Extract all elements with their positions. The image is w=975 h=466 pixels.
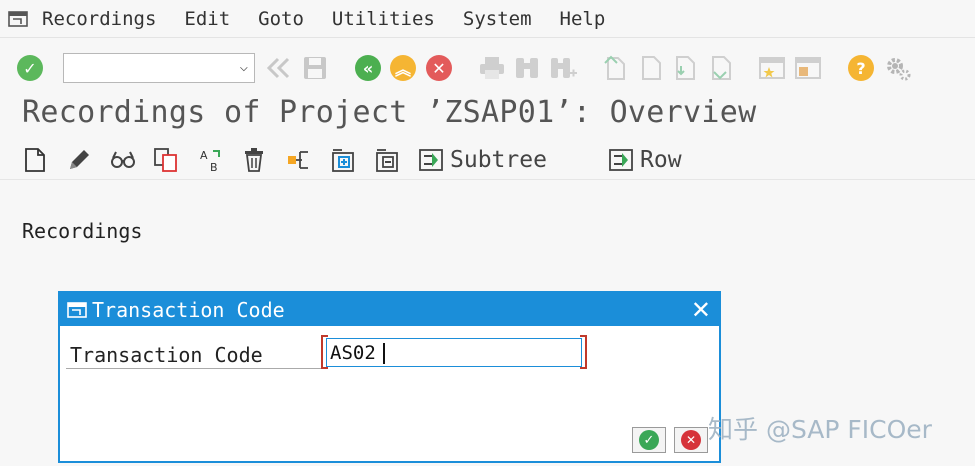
menu-goto[interactable]: Goto: [258, 8, 304, 30]
subtree-label: Subtree: [450, 147, 547, 173]
row-label: Row: [640, 147, 682, 173]
new-document-icon: [25, 148, 45, 172]
menu-edit[interactable]: Edit: [184, 8, 230, 30]
close-circle-icon: ✕: [681, 430, 701, 450]
double-chevron-up-circle-icon: ︽: [390, 55, 416, 81]
trash-icon: [245, 148, 263, 172]
application-toolbar: AB Subtree Row: [0, 140, 975, 180]
rename-icon: AB: [200, 149, 220, 173]
find-next-button: [548, 46, 578, 90]
double-chevron-left-circle-icon: «: [355, 55, 381, 81]
text-caret: [383, 343, 385, 364]
rename-button[interactable]: AB: [198, 144, 224, 176]
expand-tree-icon: [332, 149, 354, 172]
collapse-button[interactable]: [374, 144, 400, 176]
pencil-icon: [70, 150, 89, 169]
expand-button[interactable]: [330, 144, 356, 176]
transaction-code-dialog: Transaction Code ✕ Transaction Code ✓ ✕: [58, 291, 721, 463]
dialog-title: Transaction Code: [92, 297, 285, 322]
menu-utilities[interactable]: Utilities: [332, 8, 435, 30]
transaction-code-input-box[interactable]: [326, 338, 582, 367]
binoculars-icon: [516, 58, 538, 78]
gear-icon: [887, 58, 911, 81]
glasses-icon: [111, 151, 135, 168]
label-underline: [66, 368, 324, 369]
floppy-disk-icon: [304, 57, 326, 79]
cancel-button[interactable]: ✕: [426, 46, 452, 90]
row-icon: [609, 149, 633, 171]
enter-button[interactable]: ✓: [17, 46, 43, 90]
create-session-button: [758, 46, 786, 90]
check-icon: ✓: [639, 430, 659, 450]
transaction-code-input[interactable]: [327, 339, 581, 366]
dialog-menu-icon[interactable]: [67, 301, 87, 318]
svg-text:A: A: [200, 149, 208, 162]
printer-icon: [480, 57, 504, 79]
system-menu-icon[interactable]: [8, 10, 30, 27]
command-input[interactable]: [64, 54, 229, 82]
next-page-icon: [676, 56, 695, 80]
page-title: Recordings of Project ’ZSAP01’: Overview: [22, 95, 757, 130]
previous-page-button: [638, 46, 664, 90]
first-page-button: [602, 46, 628, 90]
window-shortcut-icon: [795, 57, 821, 79]
close-circle-icon: ✕: [426, 55, 452, 81]
double-chevron-left-icon: [266, 57, 290, 79]
delete-button[interactable]: [242, 144, 266, 176]
menu-bar: Recordings Edit Goto Utilities System He…: [0, 0, 975, 38]
recordings-section-label: Recordings: [22, 219, 143, 243]
window-star-icon: [759, 57, 785, 79]
dialog-cancel-button[interactable]: ✕: [674, 427, 708, 453]
display-button[interactable]: [110, 144, 136, 176]
watermark: 知乎 @SAP FICOer: [708, 415, 932, 444]
binoculars-plus-icon: [551, 58, 577, 78]
print-button: [478, 46, 506, 90]
shortcut-button: [794, 46, 822, 90]
menu-system[interactable]: System: [463, 8, 532, 30]
subtree-button[interactable]: Subtree: [418, 144, 547, 176]
change-button[interactable]: [66, 144, 92, 176]
close-icon[interactable]: ✕: [691, 296, 711, 324]
help-button[interactable]: ?: [848, 46, 874, 90]
first-page-icon: [604, 55, 625, 80]
transaction-code-field[interactable]: [321, 335, 587, 369]
previous-page-icon: [642, 56, 661, 80]
standard-toolbar: ✓ ⌵ « ︽ ✕ ?: [0, 46, 975, 90]
create-button[interactable]: [24, 144, 46, 176]
exit-button[interactable]: ︽: [390, 46, 416, 90]
copy-button[interactable]: [153, 144, 179, 176]
hierarchy-button[interactable]: [286, 144, 312, 176]
find-button: [513, 46, 541, 90]
last-page-button: [708, 46, 734, 90]
check-icon: ✓: [17, 55, 43, 81]
back-history-button: [266, 46, 292, 90]
svg-text:B: B: [210, 161, 218, 173]
chevron-down-icon[interactable]: ⌵: [240, 59, 248, 75]
customize-layout-button[interactable]: [884, 46, 912, 90]
hierarchy-icon: [288, 151, 308, 169]
dialog-continue-button[interactable]: ✓: [632, 427, 666, 453]
back-button[interactable]: «: [355, 46, 381, 90]
next-page-button: [672, 46, 698, 90]
help-circle-icon: ?: [848, 55, 874, 81]
menu-help[interactable]: Help: [560, 8, 606, 30]
command-field[interactable]: ⌵: [63, 53, 255, 83]
copy-icon: [154, 148, 177, 172]
transaction-code-label: Transaction Code: [70, 343, 263, 367]
collapse-tree-icon: [376, 149, 398, 172]
subtree-icon: [419, 149, 443, 171]
save-button: [302, 46, 328, 90]
last-page-icon: [712, 56, 731, 80]
dialog-title-bar[interactable]: Transaction Code ✕: [60, 293, 719, 326]
menu-recordings[interactable]: Recordings: [42, 8, 156, 30]
row-button[interactable]: Row: [608, 144, 682, 176]
